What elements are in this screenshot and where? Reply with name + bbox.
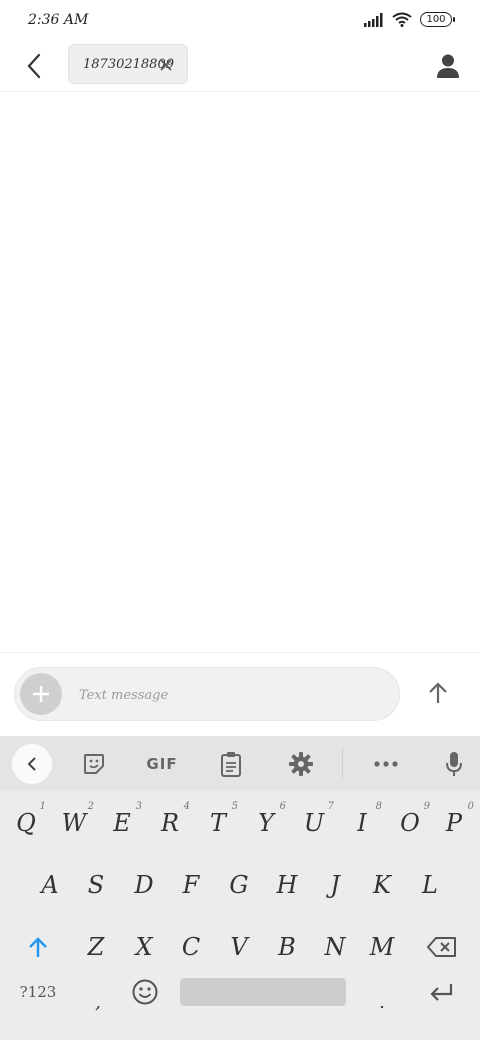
enter-icon [430,984,453,1001]
key-f[interactable]: F [167,854,215,916]
backspace-key[interactable] [414,916,470,978]
key-c[interactable]: C [167,916,215,978]
key-j[interactable]: J [311,854,359,916]
key-v[interactable]: V [215,916,263,978]
key-s[interactable]: S [72,854,120,916]
toolbar-divider [342,748,343,778]
back-button[interactable] [16,48,52,84]
sticker-button[interactable] [74,744,114,784]
backspace-icon [427,937,456,957]
key-n[interactable]: N [311,916,359,978]
key-l[interactable]: L [406,854,454,916]
microphone-icon [446,752,462,776]
back-arrow-icon [27,53,41,79]
comma-key[interactable]: , [74,978,122,1026]
settings-button[interactable] [281,744,321,784]
emoji-key[interactable] [124,978,166,1006]
key-p[interactable]: P0 [430,792,478,854]
composer [0,652,480,736]
key-row-2: A S D F G H J K L [0,854,480,916]
clipboard-button[interactable] [211,744,251,784]
key-o[interactable]: O9 [386,792,434,854]
space-key[interactable] [180,978,346,1006]
attach-button[interactable] [20,673,62,715]
key-k[interactable]: K [358,854,406,916]
status-time: 2:36 AM [28,12,89,28]
more-horizontal-icon [374,761,398,767]
shift-arrow-icon [29,937,47,957]
collapse-toolbar-button[interactable] [12,744,52,784]
chevron-left-icon [27,757,36,771]
key-row-1: Q1 W2 E3 R4 T5 Y6 U7 I8 O9 P0 [0,792,480,854]
key-i[interactable]: I8 [338,792,386,854]
key-m[interactable]: M [358,916,406,978]
key-g[interactable]: G [215,854,263,916]
clipboard-icon [221,752,241,777]
keyboard: GIF Q 1 W 2 E 3 R 4 T 5 Y 6 U 7 I 8 O 9 … [0,736,480,1040]
period-key[interactable]: . [358,978,406,1026]
close-icon [160,59,172,71]
key-a[interactable]: A [26,854,74,916]
status-icons: 100 [364,12,455,27]
wifi-icon [392,12,412,27]
battery-indicator: 100 [420,12,455,27]
gear-icon [289,752,313,776]
more-options-button[interactable] [366,744,406,784]
message-box [14,667,400,721]
signal-icon [364,12,383,27]
plus-icon [33,686,49,702]
gif-button[interactable]: GIF [140,744,184,784]
key-d[interactable]: D [120,854,168,916]
key-row-3: Z X C V B N M [0,916,480,978]
person-icon [437,54,459,78]
key-row-4: ?123 , . [0,978,480,1040]
key-t[interactable]: T5 [194,792,242,854]
key-w[interactable]: W2 [50,792,98,854]
symbols-key[interactable]: ?123 [10,978,66,1006]
key-z[interactable]: Z [72,916,120,978]
battery-level: 100 [426,14,446,25]
header: 18730218809 [0,42,480,92]
key-x[interactable]: X [120,916,168,978]
conversation-area [0,92,480,652]
recipient-chip[interactable]: 18730218809 [68,44,188,84]
status-bar: 2:36 AM 100 [0,0,480,42]
sticker-icon [84,754,104,774]
key-q[interactable]: Q1 [2,792,50,854]
remove-recipient-button[interactable] [157,56,175,74]
key-h[interactable]: H [263,854,311,916]
emoji-icon [132,979,158,1005]
send-button[interactable] [418,673,458,713]
key-b[interactable]: B [263,916,311,978]
voice-input-button[interactable] [434,744,474,784]
key-y[interactable]: Y6 [242,792,290,854]
shift-key[interactable] [10,916,66,978]
enter-key[interactable] [416,978,466,1006]
keyboard-toolbar: GIF [0,736,480,790]
key-r[interactable]: R4 [146,792,194,854]
contact-button[interactable] [430,48,466,84]
key-u[interactable]: U7 [290,792,338,854]
key-e[interactable]: E3 [98,792,146,854]
arrow-up-icon [429,682,447,703]
message-input[interactable] [79,680,379,710]
